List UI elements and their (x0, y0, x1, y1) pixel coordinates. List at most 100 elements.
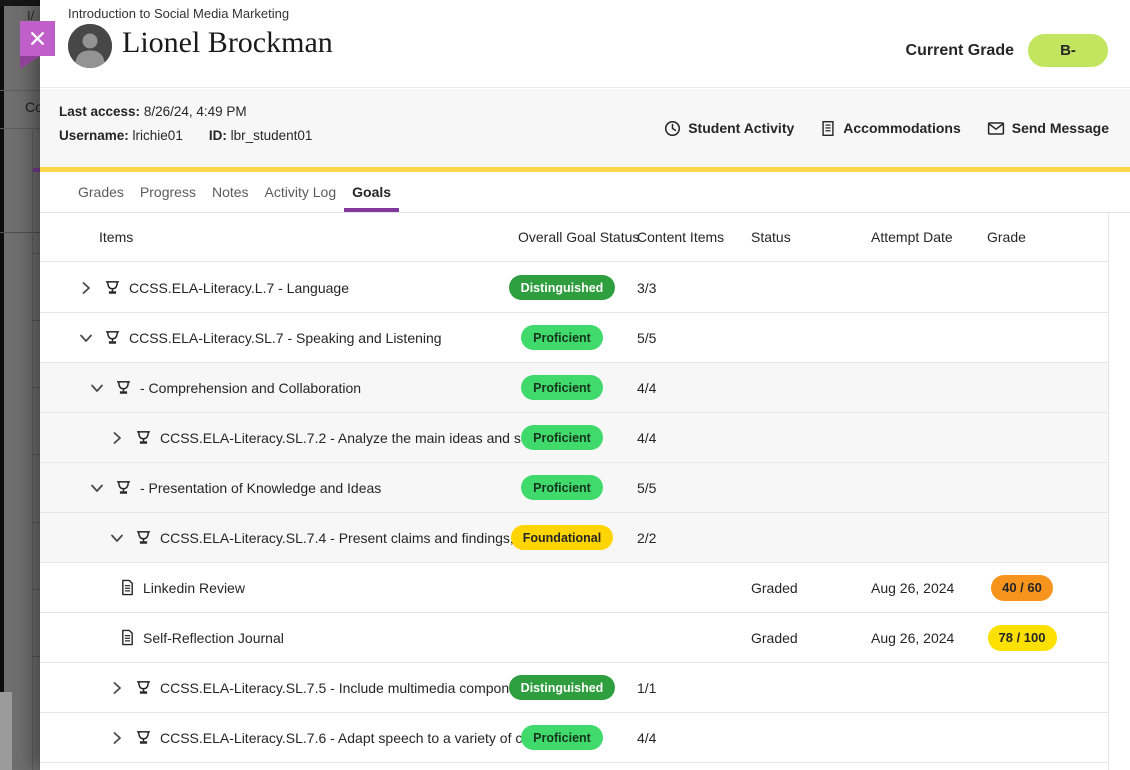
table-row[interactable]: Self-Reflection JournalGradedAug 26, 202… (40, 613, 1108, 663)
status-badge: Distinguished (509, 675, 616, 700)
accommodations-button[interactable]: Accommodations (820, 120, 960, 137)
expand-toggle[interactable] (78, 281, 94, 295)
table-row[interactable]: CCSS.ELA-Literacy.SL.7.6 - Adapt speech … (40, 713, 1108, 763)
backdrop-row-line (33, 320, 40, 321)
expand-toggle[interactable] (89, 483, 105, 493)
row-name-group: - Comprehension and Collaboration (40, 379, 361, 396)
page-top-edge (0, 0, 40, 6)
student-name: Lionel Brockman (122, 26, 333, 60)
table-row[interactable]: CCSS.ELA-Literacy.SL.7.2 - Analyze the m… (40, 413, 1108, 463)
backdrop-tab-underline (33, 168, 40, 172)
expand-toggle[interactable] (109, 731, 125, 745)
content-items-count: 2/2 (637, 530, 656, 546)
goal-icon (135, 679, 152, 696)
goal-status-cell: Proficient (510, 425, 614, 450)
status-badge: Proficient (521, 725, 603, 750)
table-right-border (1108, 213, 1109, 770)
backdrop-row-line (33, 454, 40, 455)
tab-progress[interactable]: Progress (132, 172, 204, 212)
last-access: Last access: 8/26/24, 4:49 PM (59, 104, 247, 119)
backdrop-row-line (33, 387, 40, 388)
row-title: CCSS.ELA-Literacy.SL.7.4 - Present claim… (160, 530, 537, 546)
item-status: Graded (751, 580, 798, 596)
clock-icon (664, 120, 681, 137)
status-badge: Proficient (521, 425, 603, 450)
student-activity-label: Student Activity (688, 120, 794, 136)
row-title: - Comprehension and Collaboration (140, 380, 361, 396)
status-badge: Proficient (521, 475, 603, 500)
column-header-overall-goal-status: Overall Goal Status (518, 213, 639, 262)
current-grade-label: Current Grade (906, 42, 1014, 60)
goal-icon-wrap (115, 379, 132, 396)
status-badge: Proficient (521, 325, 603, 350)
person-silhouette-icon (68, 24, 112, 68)
status-badge: Foundational (511, 525, 613, 550)
content-items-count: 4/4 (637, 730, 656, 746)
send-message-button[interactable]: Send Message (987, 120, 1109, 136)
username-label: Username: (59, 128, 129, 143)
student-tabs: GradesProgressNotesActivity LogGoals (40, 172, 1130, 213)
chevron-down-icon (90, 483, 104, 493)
expand-toggle[interactable] (109, 533, 125, 543)
goal-status-cell: Distinguished (510, 275, 614, 300)
close-icon (29, 30, 46, 47)
row-name-group: CCSS.ELA-Literacy.SL.7.2 - Analyze the m… (40, 429, 540, 446)
goal-icon-wrap (104, 279, 121, 296)
table-row[interactable]: - Comprehension and Collaboration Profici… (40, 363, 1108, 413)
chevron-down-icon (110, 533, 124, 543)
current-grade-badge: B- (1028, 34, 1108, 67)
goals-table-body: CCSS.ELA-Literacy.L.7 - Language Distingu… (40, 263, 1108, 770)
goal-status-cell: Distinguished (510, 675, 614, 700)
panel-header: Introduction to Social Media Marketing L… (40, 0, 1130, 88)
goal-status-cell: Proficient (510, 725, 614, 750)
grade-badge[interactable]: 40 / 60 (991, 575, 1053, 601)
last-access-value: 8/26/24, 4:49 PM (144, 104, 247, 119)
content-items-count: 1/1 (637, 680, 656, 696)
tab-goals[interactable]: Goals (344, 172, 399, 212)
goal-icon (104, 329, 121, 346)
grade-cell: 78 / 100 (984, 625, 1060, 651)
content-items-count: 3/3 (637, 280, 656, 296)
backdrop-scrollbar (0, 692, 12, 770)
student-activity-button[interactable]: Student Activity (664, 120, 794, 137)
row-name-group: CCSS.ELA-Literacy.L.7 - Language (40, 279, 349, 296)
row-name-group: CCSS.ELA-Literacy.SL.7.4 - Present claim… (40, 529, 537, 546)
username-value: lrichie01 (133, 128, 183, 143)
document-icon (120, 629, 135, 646)
row-name-group: Linkedin Review (40, 579, 245, 596)
expand-toggle[interactable] (89, 383, 105, 393)
table-row[interactable]: CCSS.ELA-Literacy.SL.7 - Speaking and Li… (40, 313, 1108, 363)
column-header-items: Items (99, 213, 133, 262)
row-title: Linkedin Review (143, 580, 245, 596)
expand-toggle[interactable] (109, 681, 125, 695)
goal-icon-wrap (135, 429, 152, 446)
column-header-status: Status (751, 213, 791, 262)
row-title: CCSS.ELA-Literacy.L.7 - Language (129, 280, 349, 296)
expand-toggle[interactable] (109, 431, 125, 445)
content-items-count: 5/5 (637, 330, 656, 346)
close-panel-button[interactable] (20, 21, 55, 56)
goal-icon (135, 429, 152, 446)
table-row[interactable]: CCSS.ELA-Literacy.L.7 - Language Distingu… (40, 263, 1108, 313)
tab-activity-log[interactable]: Activity Log (257, 172, 345, 212)
tab-grades[interactable]: Grades (70, 172, 132, 212)
tab-notes[interactable]: Notes (204, 172, 257, 212)
goal-status-cell: Proficient (510, 325, 614, 350)
row-title: CCSS.ELA-Literacy.SL.7.2 - Analyze the m… (160, 430, 540, 446)
row-title: CCSS.ELA-Literacy.SL.7.5 - Include multi… (160, 680, 536, 696)
content-items-count: 4/4 (637, 380, 656, 396)
table-row[interactable]: CCSS.ELA-Literacy.SL.7.5 - Include multi… (40, 663, 1108, 713)
goal-icon-wrap (115, 479, 132, 496)
student-detail-panel: Introduction to Social Media Marketing L… (40, 0, 1130, 770)
content-items-count: 5/5 (637, 480, 656, 496)
goal-status-cell: Proficient (510, 375, 614, 400)
grade-badge[interactable]: 78 / 100 (988, 625, 1057, 651)
table-row[interactable]: - Presentation of Knowledge and IdeasPro… (40, 463, 1108, 513)
goal-icon (135, 529, 152, 546)
goal-icon-wrap (135, 679, 152, 696)
goal-icon-wrap (135, 729, 152, 746)
table-row[interactable]: CCSS.ELA-Literacy.SL.7.4 - Present claim… (40, 513, 1108, 563)
backdrop-row-line (33, 656, 40, 657)
table-row[interactable]: Linkedin ReviewGradedAug 26, 202440 / 60 (40, 563, 1108, 613)
expand-toggle[interactable] (78, 333, 94, 343)
